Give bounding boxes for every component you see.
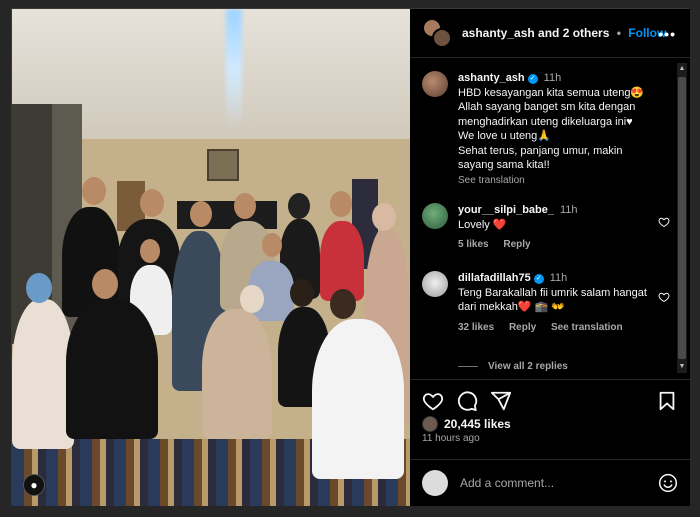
caption-time[interactable]: 11h [544,72,562,84]
photo-person-head [262,233,282,257]
comment-likes[interactable]: 32 likes [458,322,494,333]
comment-username[interactable]: your__silpi_babe_ [458,204,554,216]
comments-scroll-area[interactable]: ashanty_ash ✓ 11h HBD kesayangan kita semu… [410,59,690,377]
caption-username[interactable]: ashanty_ash [458,72,525,84]
reply-button[interactable]: Reply [509,322,536,333]
likes-count[interactable]: 20,445 likes [444,417,511,431]
photo-wall-clock [207,149,239,181]
tagged-users-button[interactable]: ● [23,474,45,496]
header-username[interactable]: ashanty_ash [462,26,535,40]
header-author: ashanty_ash and 2 others • Follow [462,26,666,40]
comment-body: dillafadillah75 ✓ 11h Teng Barakallah fii … [458,271,658,335]
photo-person-head [190,201,212,227]
post-header: ashanty_ash and 2 others • Follow ••• [410,9,690,58]
photo-person-head [330,191,352,217]
heart-icon[interactable] [422,390,444,412]
post-modal: ● ashanty_ash and 2 others • Follow ••• [11,8,690,506]
scroll-down-arrow-icon[interactable]: ▼ [678,363,686,371]
likes-summary[interactable]: 20,445 likes [422,416,511,432]
avatar[interactable] [422,71,448,97]
post-photo[interactable]: ● [12,9,410,506]
photo-person [12,299,74,449]
comment-time[interactable]: 11h [560,204,578,216]
caption-line: Sehat terus, panjang umur, makin sayang … [458,144,623,172]
photo-person-head [234,193,256,219]
verified-badge-icon: ✓ [533,274,544,284]
page-backdrop: ● ashanty_ash and 2 others • Follow ••• [0,0,700,517]
author-avatar-stack[interactable] [422,18,452,48]
avatar [422,416,438,432]
photo-person-head [26,273,52,303]
comments-scrollbar[interactable]: ▲ ▼ [677,63,687,373]
photo-ceiling-light [226,9,242,129]
reply-button[interactable]: Reply [503,239,530,250]
caption-line: HBD kesayangan kita semua uteng😍 [458,86,645,99]
heart-icon[interactable] [658,291,670,303]
photo-person-head [92,269,118,299]
photo-person-head [290,279,314,307]
photo-person-head [372,203,396,231]
comment-input[interactable] [460,476,658,490]
comment-text: Teng Barakallah fii umrik salam hangat d… [458,286,647,314]
caption-line: Allah sayang banget sm kita dengan mengh… [458,101,636,128]
avatar[interactable] [422,271,448,297]
see-translation-link[interactable]: See translation [551,322,623,333]
photo-person-head [140,239,160,263]
smiley-icon[interactable] [658,473,678,493]
caption-body: ashanty_ash ✓ 11h HBD kesayangan kita semu… [458,71,658,188]
photo-person-head [330,289,356,319]
avatar[interactable] [422,203,448,229]
photo-person-head [82,177,106,205]
add-comment-bar [410,459,690,506]
photo-person [202,309,272,439]
caption-line: We love u uteng🙏 [458,130,551,142]
comment-meta: 5 likes Reply [458,238,658,253]
see-translation-link[interactable]: See translation [458,174,658,189]
comment-likes[interactable]: 5 likes [458,239,489,250]
heart-icon[interactable] [658,216,670,228]
send-icon[interactable] [490,390,512,412]
comment-username[interactable]: dillafadillah75 [458,272,531,284]
photo-person-head [288,193,310,219]
photo-person-head [140,189,164,217]
verified-badge-icon: ✓ [527,74,538,84]
header-separator: • [616,26,621,40]
scroll-up-arrow-icon[interactable]: ▲ [678,65,686,73]
avatar [432,28,452,48]
photo-person-head [240,285,264,313]
bookmark-icon[interactable] [656,390,678,412]
post-timestamp[interactable]: 11 hours ago [422,433,480,444]
scrollbar-thumb[interactable] [678,77,686,359]
photo-person [312,319,404,479]
post-side-panel: ashanty_ash and 2 others • Follow ••• as… [410,9,690,506]
avatar [422,470,448,496]
more-options-icon[interactable]: ••• [658,26,676,42]
post-actions-bar: 20,445 likes [410,379,690,439]
comment-meta: 32 likes Reply See translation [458,321,658,336]
person-icon: ● [30,478,38,492]
header-others[interactable]: and 2 others [538,26,609,40]
comment-body: your__silpi_babe_ 11h Lovely ❤️ 5 likes R… [458,203,658,253]
photo-person [66,299,158,439]
comment-text: Lovely ❤️ [458,218,507,231]
view-replies-link[interactable]: View all 2 replies [458,361,568,372]
comment-icon[interactable] [456,390,478,412]
comment-time[interactable]: 11h [550,272,568,284]
